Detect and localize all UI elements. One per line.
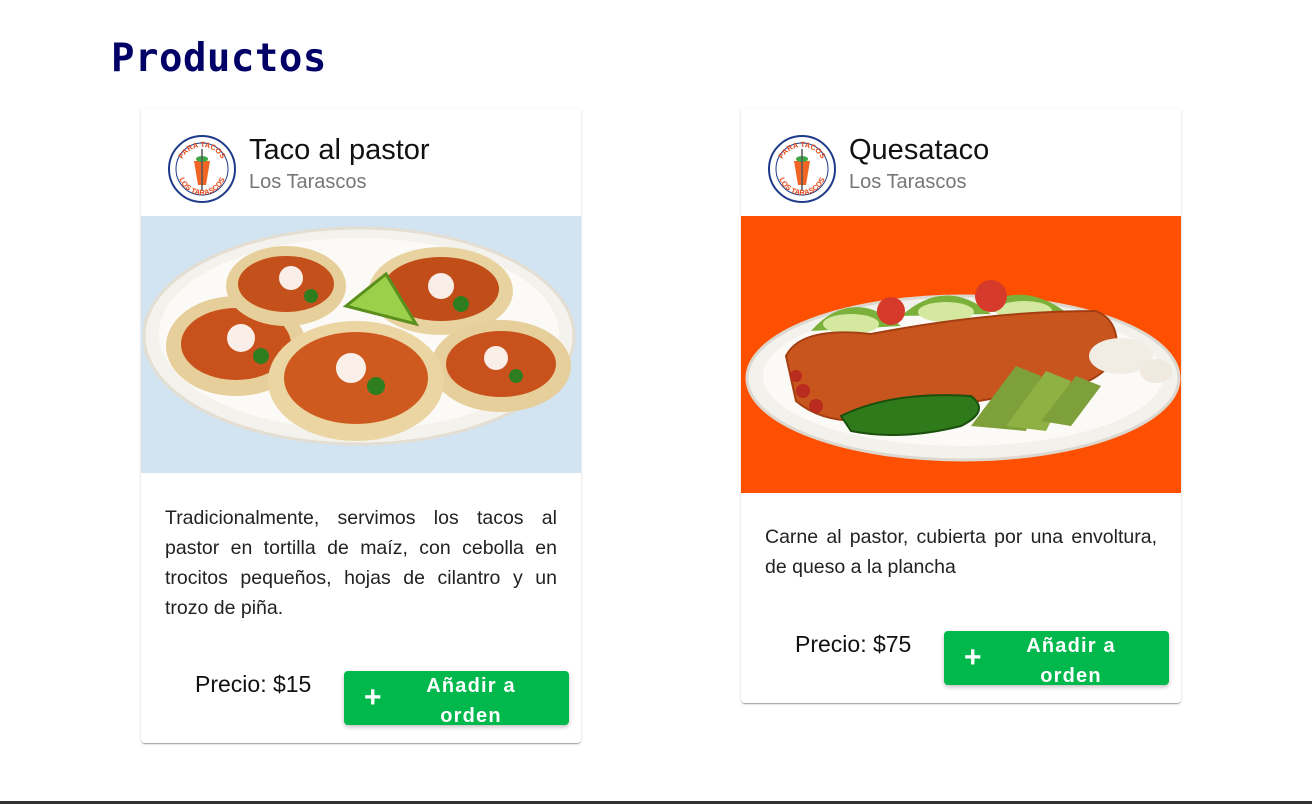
los-tarascos-logo-icon: PARA TACOS LOS TARASCOS xyxy=(168,135,236,203)
page-title: Productos xyxy=(111,36,327,81)
product-price: Precio: $75 xyxy=(795,631,912,657)
plus-icon: + xyxy=(364,681,382,714)
product-card-quesataco: PARA TACOS LOS TARASCOS Quesataco Los Ta… xyxy=(741,108,1181,703)
product-price: Precio: $15 xyxy=(195,671,312,697)
los-tarascos-logo-icon: PARA TACOS LOS TARASCOS xyxy=(768,135,836,203)
card-header: PARA TACOS LOS TARASCOS Taco al pastor L… xyxy=(141,108,581,216)
product-description: Carne al pastor, cubierta por una envolt… xyxy=(765,526,1157,578)
quesataco-image xyxy=(741,216,1181,493)
add-to-order-button[interactable]: + Añadir a orden xyxy=(944,631,1169,687)
add-to-order-label: Añadir a orden xyxy=(1026,635,1116,687)
product-name: Quesataco xyxy=(849,134,990,166)
plus-icon: + xyxy=(964,641,982,674)
product-description: Tradicionalmente, servimos los tacos al … xyxy=(165,507,557,619)
product-name: Taco al pastor xyxy=(249,134,430,166)
vendor-name: Los Tarascos xyxy=(249,171,367,193)
taco-al-pastor-image xyxy=(141,216,581,473)
card-header: PARA TACOS LOS TARASCOS Quesataco Los Ta… xyxy=(741,108,1181,216)
vendor-name: Los Tarascos xyxy=(849,171,967,193)
product-card-taco-al-pastor: PARA TACOS LOS TARASCOS Taco al pastor L… xyxy=(141,108,581,743)
add-to-order-button[interactable]: + Añadir a orden xyxy=(344,671,569,727)
add-to-order-label: Añadir a orden xyxy=(426,675,516,727)
